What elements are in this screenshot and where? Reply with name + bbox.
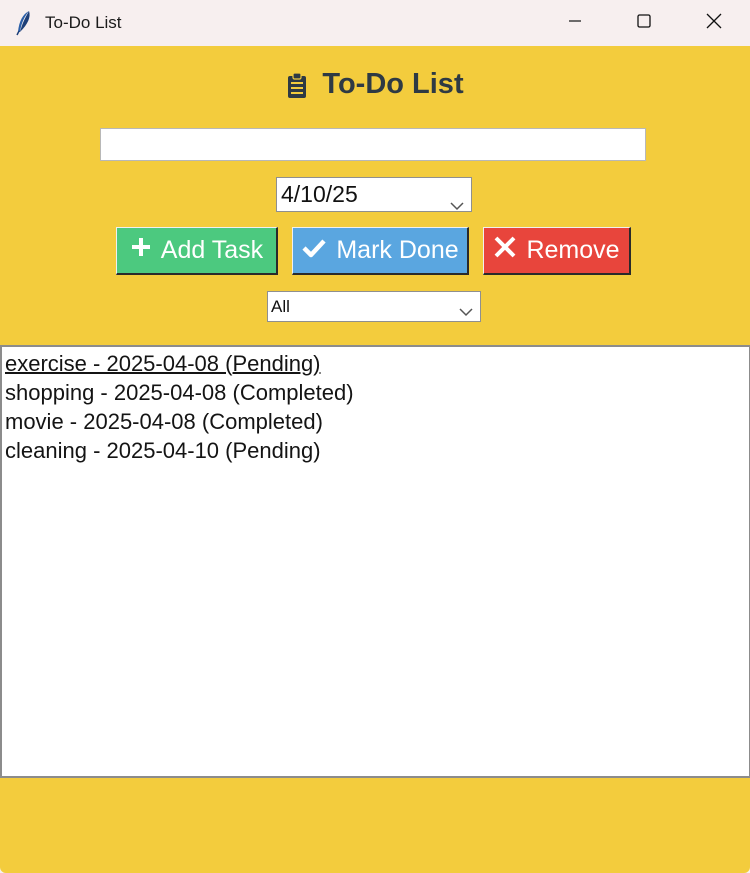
add-task-button[interactable]: Add Task [116, 227, 278, 275]
task-input[interactable] [100, 128, 646, 161]
add-task-label: Add Task [160, 236, 264, 264]
list-item[interactable]: cleaning - 2025-04-10 (Pending) [2, 436, 749, 465]
list-item[interactable]: movie - 2025-04-08 (Completed) [2, 407, 749, 436]
list-item[interactable]: shopping - 2025-04-08 (Completed) [2, 378, 749, 407]
chevron-down-icon [450, 190, 464, 210]
feather-icon [14, 10, 34, 36]
clipboard-icon [286, 72, 308, 100]
remove-label: Remove [526, 236, 620, 264]
remove-button[interactable]: Remove [483, 227, 631, 275]
page-heading: To-Do List [0, 64, 750, 104]
x-icon [493, 235, 517, 266]
minimize-icon [567, 13, 583, 34]
app-window: To-Do List To-Do List 4/10/25 Add Task M… [0, 0, 750, 873]
plus-icon [130, 236, 152, 265]
minimize-button[interactable] [540, 0, 610, 46]
close-icon [705, 12, 723, 35]
window-title: To-Do List [45, 13, 122, 32]
close-button[interactable] [679, 0, 749, 46]
filter-value: All [271, 296, 290, 316]
filter-dropdown[interactable]: All [267, 291, 481, 322]
task-list[interactable]: exercise - 2025-04-08 (Pending) shopping… [0, 345, 750, 778]
chevron-down-icon [459, 302, 473, 316]
mark-done-label: Mark Done [336, 236, 459, 264]
title-bar[interactable]: To-Do List [0, 0, 750, 46]
maximize-button[interactable] [609, 0, 679, 46]
mark-done-button[interactable]: Mark Done [292, 227, 469, 275]
date-picker[interactable]: 4/10/25 [276, 177, 472, 212]
list-item[interactable]: exercise - 2025-04-08 (Pending) [2, 349, 749, 378]
page-title: To-Do List [322, 67, 464, 100]
check-icon [301, 236, 327, 265]
maximize-icon [636, 13, 652, 34]
date-value: 4/10/25 [281, 181, 358, 207]
